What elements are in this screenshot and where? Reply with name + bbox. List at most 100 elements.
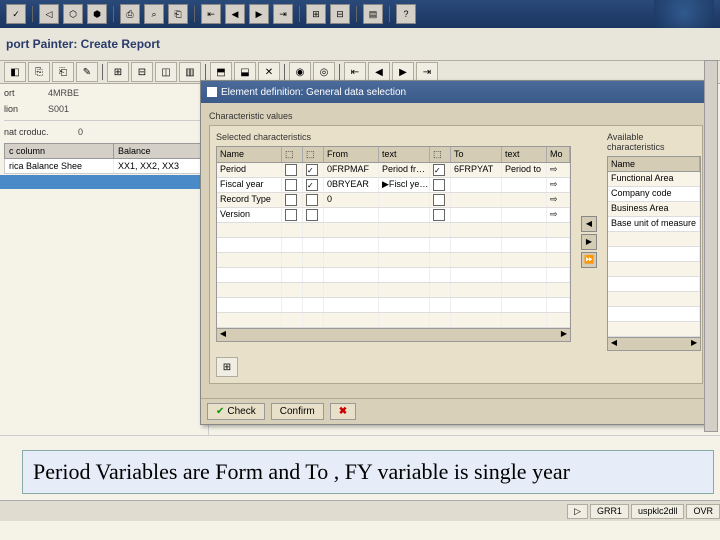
col-header: To bbox=[451, 147, 502, 162]
col-header: c column bbox=[5, 144, 114, 158]
dialog-title-text: Element definition: General data selecti… bbox=[221, 87, 406, 98]
tool-btn[interactable]: ⎘ bbox=[28, 62, 50, 82]
col-header: ⬚ bbox=[303, 147, 324, 162]
tool-btn[interactable]: ◎ bbox=[313, 62, 335, 82]
dialog-icon bbox=[207, 87, 217, 97]
tb-btn[interactable]: ⎙ bbox=[120, 4, 140, 24]
tb-btn[interactable]: ⇤ bbox=[201, 4, 221, 24]
table-row[interactable]: Version⇨ bbox=[217, 208, 570, 223]
table-row[interactable]: Period0FRPMAFPeriod fr…6FRPYATPeriod to⇨ bbox=[217, 163, 570, 178]
button-label: Confirm bbox=[280, 406, 315, 417]
tb-btn[interactable]: ◁ bbox=[39, 4, 59, 24]
selection-bar bbox=[0, 175, 200, 189]
cell: rica Balance Shee bbox=[5, 159, 114, 173]
left-grid-header: c column Balance bbox=[4, 143, 204, 159]
left-pane: ort 4MRBE lion S001 nat croduc. 0 c colu… bbox=[0, 84, 209, 464]
table-row bbox=[217, 283, 570, 298]
tb-btn[interactable]: ▤ bbox=[363, 4, 383, 24]
selected-characteristics-grid: Name ⬚ ⬚ From text ⬚ To text Mo Period0F… bbox=[216, 146, 571, 342]
table-row bbox=[217, 313, 570, 328]
table-row bbox=[217, 268, 570, 283]
tb-btn[interactable]: ◀ bbox=[225, 4, 245, 24]
tool-btn[interactable]: ✕ bbox=[258, 62, 280, 82]
confirm-button[interactable]: Confirm bbox=[271, 403, 324, 420]
nav-prev-icon[interactable]: ◀ bbox=[368, 62, 390, 82]
field-label: lion bbox=[4, 104, 44, 114]
section-label: Selected characteristics bbox=[216, 132, 571, 142]
tool-btn[interactable]: ⎗ bbox=[52, 62, 74, 82]
table-row bbox=[217, 253, 570, 268]
status-cell: ▷ bbox=[567, 504, 588, 519]
move-right-icon[interactable]: ▶ bbox=[581, 234, 597, 250]
col-header: From bbox=[324, 147, 379, 162]
col-header: text bbox=[502, 147, 547, 162]
section-label: Available characteristics bbox=[607, 132, 701, 152]
table-row[interactable]: Functional Area bbox=[608, 172, 700, 187]
tb-btn[interactable]: ▶ bbox=[249, 4, 269, 24]
table-row bbox=[608, 247, 700, 262]
tool-btn[interactable]: ⬒ bbox=[210, 62, 232, 82]
status-bar: ▷ GRR1 uspklc2dll OVR bbox=[0, 500, 720, 521]
tool-btn[interactable]: ◉ bbox=[289, 62, 311, 82]
section-label: Characteristic values bbox=[209, 111, 703, 121]
available-characteristics-grid: Name Functional AreaCompany codeBusiness… bbox=[607, 156, 701, 351]
tb-btn[interactable]: ✓ bbox=[6, 4, 26, 24]
table-row[interactable]: Company code bbox=[608, 187, 700, 202]
col-header: ⬚ bbox=[282, 147, 303, 162]
left-grid-row[interactable]: rica Balance Shee XX1, XX2, XX3 bbox=[4, 159, 204, 174]
tb-btn[interactable]: ⎗ bbox=[168, 4, 188, 24]
nav-next-icon[interactable]: ▶ bbox=[392, 62, 414, 82]
annotation-callout: Period Variables are Form and To , FY va… bbox=[22, 450, 714, 494]
tool-btn[interactable]: ⬓ bbox=[234, 62, 256, 82]
move-all-right-icon[interactable]: ⏩ bbox=[581, 252, 597, 268]
grid-tool-icon[interactable]: ⊞ bbox=[216, 357, 238, 377]
table-row bbox=[608, 277, 700, 292]
tool-btn[interactable]: ◫ bbox=[155, 62, 177, 82]
tb-btn[interactable]: ⌕ bbox=[144, 4, 164, 24]
vertical-scrollbar[interactable] bbox=[704, 60, 718, 432]
sap-logo bbox=[654, 0, 714, 28]
cancel-button[interactable]: ✖ bbox=[330, 403, 356, 420]
tb-btn[interactable]: ⊞ bbox=[306, 4, 326, 24]
tb-btn[interactable]: ⊟ bbox=[330, 4, 350, 24]
field-label: ort bbox=[4, 88, 44, 98]
move-left-icon[interactable]: ◀ bbox=[581, 216, 597, 232]
col-header: ⬚ bbox=[430, 147, 451, 162]
table-row[interactable]: Fiscal year0BRYEAR▶Fiscl ye…⇨ bbox=[217, 178, 570, 193]
table-row bbox=[217, 298, 570, 313]
check-button[interactable]: ✔Check bbox=[207, 403, 265, 420]
nav-last-icon[interactable]: ⇥ bbox=[416, 62, 438, 82]
tb-btn[interactable]: ⬡ bbox=[63, 4, 83, 24]
tool-btn[interactable]: ⊞ bbox=[107, 62, 129, 82]
col-header: text bbox=[379, 147, 430, 162]
status-system: uspklc2dll bbox=[631, 504, 685, 519]
col-header: Mo bbox=[547, 147, 570, 162]
tb-btn[interactable]: ⬢ bbox=[87, 4, 107, 24]
tool-btn[interactable]: ✎ bbox=[76, 62, 98, 82]
tool-btn[interactable]: ▥ bbox=[179, 62, 201, 82]
col-header: Name bbox=[608, 157, 700, 171]
field-label: nat croduc. bbox=[4, 127, 74, 137]
field-value: 4MRBE bbox=[48, 88, 79, 98]
help-icon[interactable]: ? bbox=[396, 4, 416, 24]
nav-first-icon[interactable]: ⇤ bbox=[344, 62, 366, 82]
table-row bbox=[608, 262, 700, 277]
field-value: S001 bbox=[48, 104, 69, 114]
table-row[interactable]: Business Area bbox=[608, 202, 700, 217]
col-header: Name bbox=[217, 147, 282, 162]
window-title: port Painter: Create Report bbox=[0, 28, 720, 61]
table-row bbox=[608, 307, 700, 322]
col-header: Balance bbox=[114, 144, 203, 158]
element-definition-dialog: Element definition: General data selecti… bbox=[200, 80, 712, 425]
tool-btn[interactable]: ⊟ bbox=[131, 62, 153, 82]
check-icon: ✔ bbox=[216, 406, 224, 417]
table-row[interactable]: Record Type0⇨ bbox=[217, 193, 570, 208]
horizontal-scrollbar[interactable]: ◀▶ bbox=[608, 337, 700, 350]
tool-btn[interactable]: ◧ bbox=[4, 62, 26, 82]
table-row bbox=[608, 322, 700, 337]
dialog-titlebar[interactable]: Element definition: General data selecti… bbox=[201, 81, 711, 103]
horizontal-scrollbar[interactable]: ◀▶ bbox=[217, 328, 570, 341]
tb-btn[interactable]: ⇥ bbox=[273, 4, 293, 24]
table-row[interactable]: Base unit of measure bbox=[608, 217, 700, 232]
top-toolbar: ✓ ◁ ⬡ ⬢ ⎙ ⌕ ⎗ ⇤ ◀ ▶ ⇥ ⊞ ⊟ ▤ ? bbox=[0, 0, 720, 28]
